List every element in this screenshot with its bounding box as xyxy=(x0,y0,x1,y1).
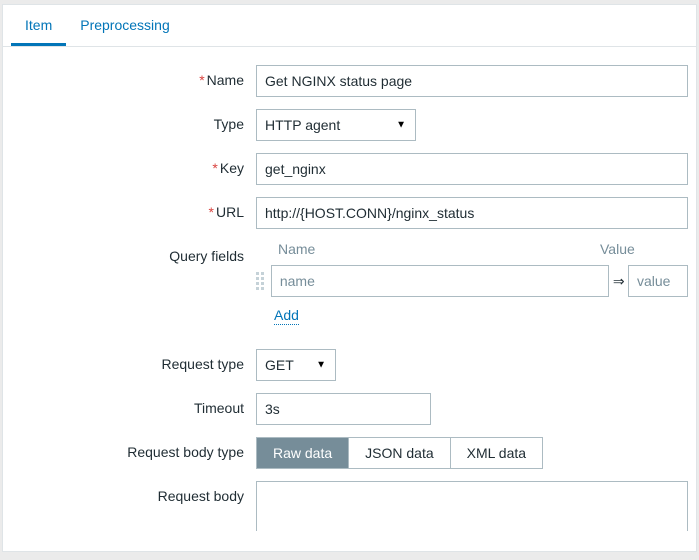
tab-preprocessing[interactable]: Preprocessing xyxy=(66,5,184,46)
label-url: *URL xyxy=(11,197,256,220)
row-query-fields: Query fields Name Value ⇒ xyxy=(11,241,688,325)
type-select-wrap: HTTP agent xyxy=(256,109,416,141)
row-body: Request body xyxy=(11,481,688,531)
tab-item[interactable]: Item xyxy=(11,5,66,46)
row-name: *Name xyxy=(11,65,688,97)
request-body-input[interactable] xyxy=(256,481,688,531)
name-input[interactable] xyxy=(256,65,688,97)
item-panel: Item Preprocessing *Name Type HTTP agent xyxy=(2,4,697,552)
label-request-type: Request type xyxy=(11,349,256,372)
qf-name-input[interactable] xyxy=(271,265,610,297)
row-key: *Key xyxy=(11,153,688,185)
add-query-field[interactable]: Add xyxy=(274,307,299,325)
qf-header-value: Value xyxy=(596,241,635,257)
key-input[interactable] xyxy=(256,153,688,185)
request-type-select-wrap: GET xyxy=(256,349,336,381)
required-marker: * xyxy=(209,204,214,220)
type-select[interactable]: HTTP agent xyxy=(256,109,416,141)
row-request-type: Request type GET xyxy=(11,349,688,381)
arrow-icon: ⇒ xyxy=(609,273,628,290)
body-type-raw[interactable]: Raw data xyxy=(257,438,349,468)
label-timeout: Timeout xyxy=(11,393,256,416)
required-marker: * xyxy=(199,72,204,88)
label-request-body: Request body xyxy=(11,481,256,504)
body-type-group: Raw data JSON data XML data xyxy=(256,437,543,469)
label-key: *Key xyxy=(11,153,256,176)
label-type: Type xyxy=(11,109,256,132)
body-type-json[interactable]: JSON data xyxy=(349,438,450,468)
qf-value-input[interactable] xyxy=(628,265,688,297)
query-fields-table: Name Value ⇒ Add xyxy=(256,241,688,325)
request-type-select[interactable]: GET xyxy=(256,349,336,381)
url-input[interactable] xyxy=(256,197,688,229)
row-type: Type HTTP agent xyxy=(11,109,688,141)
label-name: *Name xyxy=(11,65,256,88)
row-timeout: Timeout xyxy=(11,393,688,425)
required-marker: * xyxy=(212,160,217,176)
timeout-input[interactable] xyxy=(256,393,431,425)
row-url: *URL xyxy=(11,197,688,229)
qf-header-name: Name xyxy=(274,241,572,257)
row-body-type: Request body type Raw data JSON data XML… xyxy=(11,437,688,469)
body-type-xml[interactable]: XML data xyxy=(451,438,542,468)
form: *Name Type HTTP agent *Key xyxy=(3,47,696,551)
label-body-type: Request body type xyxy=(11,437,256,460)
query-fields-header: Name Value xyxy=(256,241,688,257)
tabs: Item Preprocessing xyxy=(3,5,696,47)
label-query-fields: Query fields xyxy=(11,241,256,264)
query-field-row: ⇒ xyxy=(256,265,688,297)
drag-handle-icon[interactable] xyxy=(256,271,267,291)
